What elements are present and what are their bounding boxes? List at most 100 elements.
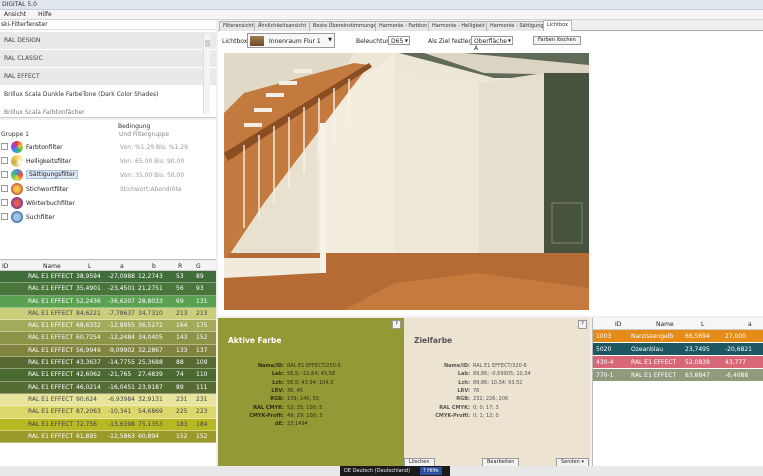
cell-name: RAL E1 EFFECT [28, 432, 74, 440]
table-row[interactable]: RAL E1 EFFECT 38,9594 -27,0988 12,2743 53 89 [0, 271, 216, 284]
target-color-info-button[interactable]: ? [578, 320, 587, 329]
field-key: Lch: [272, 379, 284, 386]
help-label: Hilfe [427, 468, 439, 474]
col-r[interactable]: R [178, 262, 182, 271]
cell-l: 68,6332 [76, 322, 101, 330]
table-row[interactable]: RAL E1 EFFECT 68,6332 -12,8955 36,5272 164 17… [0, 320, 216, 333]
filter-checkbox[interactable] [1, 171, 8, 178]
filter-checkbox[interactable] [1, 143, 8, 150]
table-row[interactable]: RAL E1 EFFECT 90,624 -6,93984 32,9131 231 231 [0, 393, 216, 407]
tab-filteransicht[interactable]: Filteransicht [219, 21, 258, 31]
col-a[interactable]: a [748, 321, 752, 328]
cell-g: 152 [196, 334, 208, 342]
field-key: RGB: [456, 396, 470, 403]
category-brillux-dark[interactable]: Brillux Scala Dunkle FarbeTone (Dark Col… [0, 86, 216, 104]
table-row[interactable]: RAL E1 EFFECT 52,2436 -36,6207 28,8033 69 131 [0, 295, 216, 308]
language-indicator[interactable]: DE Deutsch (Deutschland) [344, 468, 410, 474]
filter-row-search[interactable]: Suchfilter [0, 210, 216, 224]
col-l[interactable]: L [701, 321, 704, 328]
table-row[interactable]: 5020 Ozeanblau 23,7495 -20,6821 [593, 343, 763, 356]
help-button[interactable]: ? Hilfe [420, 467, 442, 475]
col-name[interactable]: Name [43, 262, 61, 271]
condition-header: Bedingung [118, 123, 151, 130]
cell-b: 27,4839 [138, 371, 163, 379]
tab-harmonie-saettigung[interactable]: Harmonie - Sättigung [486, 21, 548, 31]
col-id[interactable]: ID [2, 262, 8, 271]
tab-harmonie-helligkeit[interactable]: Harmonie - Helligkeit [428, 21, 489, 31]
table-row[interactable]: RAL E1 EFFECT 35,4901 -23,4501 21,2751 56 93 [0, 283, 216, 296]
category-ral-classic[interactable]: RAL CLASSIC [0, 50, 216, 68]
cell-r: 74 [176, 371, 184, 379]
table-row[interactable]: 770-1 RAL E1 EFFECT 63,8847 -6,4088 [593, 369, 763, 382]
category-ral-design[interactable]: RAL DESIGN [0, 32, 216, 50]
room-image[interactable] [224, 53, 589, 310]
tab-aehnlichkeit[interactable]: Ähnlichkeitsansicht [254, 21, 311, 31]
col-l[interactable]: L [88, 262, 91, 271]
filter-checkbox[interactable] [1, 185, 8, 192]
cell-g: 184 [196, 420, 208, 428]
cell-a: -6,4088 [725, 372, 749, 379]
active-color-panel: Aktive Farbe ? Name/ID: RAL E1 EFFECT/250… [218, 318, 404, 466]
filter-checkbox[interactable] [1, 157, 8, 164]
lighting-select[interactable]: D65 ▼ [388, 36, 410, 45]
target-select[interactable]: Oberfläche A ▼ [471, 36, 513, 52]
table-row[interactable]: RAL E1 EFFECT 60,7254 -12,2484 34,0405 143 15… [0, 332, 216, 345]
col-name[interactable]: Name [656, 321, 674, 328]
table-row[interactable]: 1003 Narzissengelb 66,5694 27,000 [593, 330, 763, 343]
filter-row-lightness[interactable]: Helligkeitsfilter Von: 65.00 Bis: 90.00 [0, 154, 216, 168]
cell-b: 75,1353 [138, 420, 163, 428]
table-row[interactable]: RAL E1 EFFECT 56,9949 -9,09902 32,2867 133 13… [0, 344, 216, 358]
tab-beste[interactable]: Beste Übereinstimmungen [309, 21, 384, 31]
category-brillux-fan[interactable]: Brillux Scala Farbtonfächer [0, 104, 216, 117]
active-color-info-button[interactable]: ? [392, 320, 401, 329]
table-row[interactable]: RAL E1 EFFECT 84,6221 -7,78637 34,7310 213 21… [0, 307, 216, 321]
table-row[interactable]: 430-4 RAL E1 EFFECT 52,0839 43,777 [593, 356, 763, 369]
table-row[interactable]: RAL E1 EFFECT 43,3637 -14,7755 25,3688 88 109 [0, 357, 216, 370]
cell-name: RAL E1 EFFECT [28, 408, 74, 416]
field-value: 0; 1; 12; 0 [473, 412, 499, 419]
cell-a: -12,2484 [108, 334, 135, 342]
cell-l: 60,7254 [76, 334, 101, 342]
table-row[interactable]: RAL E1 EFFECT 87,2063 -10,341 54,6869 225 223 [0, 406, 216, 419]
cell-r: 133 [176, 346, 188, 354]
category-ral-effect[interactable]: RAL EFFECT [0, 68, 216, 86]
color-field: RGB: 232; 226; 206 [412, 396, 508, 402]
table-row[interactable]: RAL E1 EFFECT 61,895 -12,5863 60,894 152 152 [0, 430, 216, 444]
table-row[interactable]: RAL E1 EFFECT 46,0214 -16,0451 23,9187 89 111 [0, 381, 216, 394]
cell-l: 52,0839 [685, 359, 710, 366]
field-key: dE: [275, 421, 284, 428]
col-a[interactable]: a [120, 262, 124, 271]
tab-lichtbox[interactable]: Lichtbox [543, 20, 573, 31]
target-color-title: Zielfarbe [414, 336, 453, 345]
field-value: 56,5; 43,94; 104,3 [287, 379, 334, 386]
filter-label: Sättigungsfilter [26, 170, 79, 179]
cell-g: 89 [196, 273, 204, 280]
menu-item-hilfe[interactable]: Hilfe [38, 11, 52, 18]
cell-name: RAL E1 EFFECT [28, 297, 74, 305]
filter-row-saturation[interactable]: Sättigungsfilter Von: 35.00 Bis: 50.00 [0, 168, 216, 182]
lightbox-select[interactable]: Innenraum Flur 1 ▼ [247, 33, 335, 48]
col-b[interactable]: b [152, 262, 156, 271]
category-scrollbar[interactable] [203, 34, 210, 114]
filter-checkbox[interactable] [1, 213, 8, 220]
language-bar[interactable]: DE Deutsch (Deutschland) ? Hilfe [340, 466, 450, 476]
table-row[interactable]: RAL E1 EFFECT 42,6062 -21,765 27,4839 74 110 [0, 369, 216, 382]
filter-row-dictionary[interactable]: Wörterbuchfilter [0, 196, 216, 210]
filter-condition: Stichwort:Abendröte [120, 186, 182, 193]
color-field: Name/ID: RAL E1 EFFECT/250-5 [226, 363, 341, 369]
cell-b: 34,0405 [138, 334, 163, 342]
cell-g: 231 [196, 395, 208, 403]
col-id[interactable]: ID [615, 321, 621, 328]
filter-row-hue[interactable]: Farbtonfilter Von: %1.29 Bis: %1.29 [0, 140, 216, 154]
filter-row-keyword[interactable]: Stichwortfilter Stichwort:Abendröte [0, 182, 216, 196]
clear-colors-button[interactable]: Farben löschen [533, 36, 581, 45]
table-row[interactable]: RAL E1 EFFECT 72,756 -13,6398 75,1353 183 184 [0, 418, 216, 431]
col-g[interactable]: G [196, 262, 201, 271]
filter-checkbox[interactable] [1, 199, 8, 206]
tab-harmonie-farbton[interactable]: Harmonie - Farbton [375, 21, 432, 31]
cell-a: -9,09902 [108, 346, 135, 354]
field-value: 52; 35; 100; 5 [287, 404, 323, 411]
color-wheel-icon [11, 141, 23, 153]
menu-item-ansicht[interactable]: Ansicht [4, 11, 26, 18]
color-field: Lab: 56,5; -11,64; 45,58 [226, 371, 335, 377]
